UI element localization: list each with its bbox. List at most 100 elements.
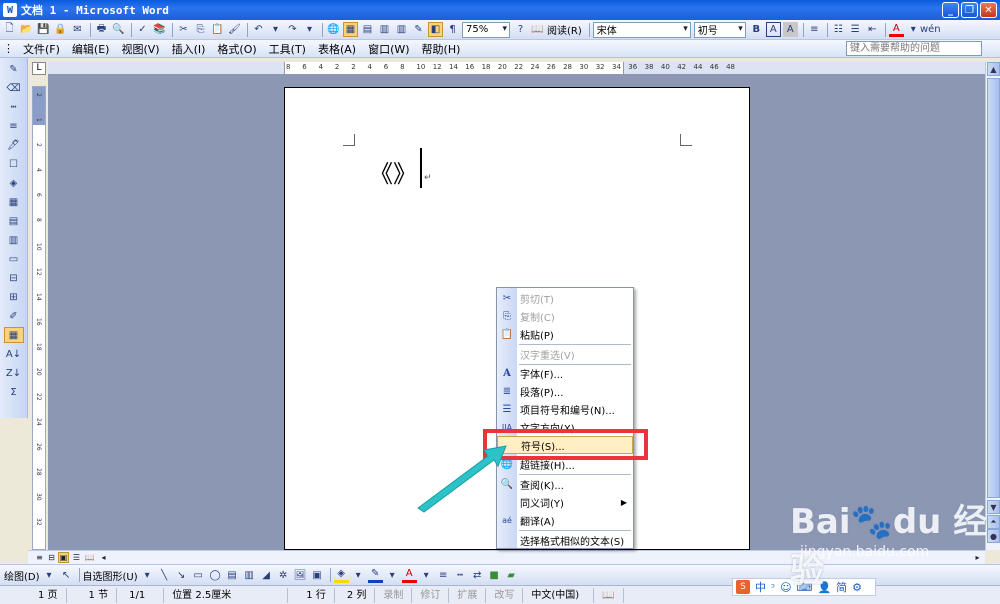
wordart-icon[interactable]: ◢ xyxy=(259,568,274,583)
redo-icon[interactable]: ↷ xyxy=(285,22,300,37)
fill-dropdown-icon[interactable]: ▾ xyxy=(351,568,366,583)
insert-table-side-icon[interactable]: ▦ xyxy=(4,194,24,210)
undo-dropdown-icon[interactable]: ▾ xyxy=(268,22,283,37)
format-painter-icon[interactable]: 🖌 xyxy=(227,22,242,37)
research-icon[interactable]: 📚 xyxy=(152,22,167,37)
columns-icon[interactable]: ▥ xyxy=(394,22,409,37)
autofit-icon[interactable]: ▦ xyxy=(3,327,24,343)
email-icon[interactable]: ✉ xyxy=(70,22,85,37)
align-cell-icon[interactable]: ▭ xyxy=(4,251,24,267)
menu-format[interactable]: 格式(O) xyxy=(211,41,262,57)
zoom-combo[interactable]: 75% xyxy=(462,21,510,38)
vertical-ruler[interactable]: 2 1 2 4 6 8 10 12 14 16 18 20 22 24 26 28 30 32 xyxy=(32,86,46,550)
fill-color-icon[interactable]: ◈ xyxy=(333,568,349,583)
reading-layout-view-icon[interactable]: 📖 xyxy=(84,552,95,563)
autoshapes-button[interactable]: 自选图形(U) xyxy=(83,568,138,583)
status-track-changes[interactable]: 修订 xyxy=(412,587,450,603)
font-name-combo[interactable]: 宋体 xyxy=(592,21,691,38)
context-reconvert[interactable]: 汉字重选(V) xyxy=(497,345,633,363)
undo-icon[interactable]: ↶ xyxy=(251,22,266,37)
draw-menu-button[interactable]: 绘图(D) xyxy=(4,568,40,583)
cut-icon[interactable]: ✂ xyxy=(176,22,191,37)
context-font[interactable]: A 字体(F)... xyxy=(497,364,633,382)
sort-ascending-icon[interactable]: A↓ xyxy=(4,346,24,362)
drawing-icon[interactable]: ✎ xyxy=(411,22,426,37)
font-color-dropdown-icon[interactable]: ▾ xyxy=(906,22,921,37)
menu-file[interactable]: 文件(F) xyxy=(17,41,66,57)
normal-view-icon[interactable]: ≡ xyxy=(34,552,45,563)
insert-excel-icon[interactable]: ▥ xyxy=(377,22,392,37)
save-icon[interactable]: 💾 xyxy=(36,22,51,37)
status-record[interactable]: 录制 xyxy=(375,587,413,603)
numbering-icon[interactable]: ☷ xyxy=(831,22,846,37)
help-icon[interactable]: ? xyxy=(513,22,528,37)
scroll-thumb[interactable] xyxy=(987,78,1000,498)
distribute-columns-icon[interactable]: ⊞ xyxy=(4,289,24,305)
tables-borders-icon[interactable]: ▦ xyxy=(343,22,358,37)
menu-table[interactable]: 表格(A) xyxy=(312,41,362,57)
table-autoformat-icon[interactable]: ✐ xyxy=(4,308,24,324)
context-paragraph[interactable]: ≣ 段落(P)... xyxy=(497,382,633,400)
phonetic-guide-icon[interactable]: wén xyxy=(920,22,941,37)
scroll-left-button[interactable]: ◂ xyxy=(98,552,109,563)
menu-tools[interactable]: 工具(T) xyxy=(263,41,312,57)
diagram-icon[interactable]: ✲ xyxy=(276,568,291,583)
ime-lang[interactable]: 中 xyxy=(755,579,766,595)
font-color-icon[interactable]: A xyxy=(888,22,904,37)
print-layout-view-icon[interactable]: ▣ xyxy=(58,552,69,563)
hyperlink-icon[interactable]: 🌐 xyxy=(326,22,341,37)
minimize-button[interactable]: _ xyxy=(942,2,959,18)
menu-window[interactable]: 窗口(W) xyxy=(362,41,415,57)
restore-button[interactable]: ❐ xyxy=(961,2,978,18)
read-icon[interactable]: 📖 xyxy=(530,22,545,37)
border-color-icon[interactable]: 🖊 xyxy=(4,137,24,153)
arrow-tool-icon[interactable]: ↘ xyxy=(174,568,189,583)
line-color-dropdown-icon[interactable]: ▾ xyxy=(385,568,400,583)
insert-table-icon[interactable]: ▤ xyxy=(360,22,375,37)
shading-color-icon[interactable]: ◈ xyxy=(4,175,24,191)
distribute-rows-icon[interactable]: ⊟ xyxy=(4,270,24,286)
draw-table-icon[interactable]: ✎ xyxy=(4,61,24,77)
outside-border-icon[interactable]: ☐ xyxy=(4,156,24,172)
ime-punct-icon[interactable]: ᵓ xyxy=(771,581,775,594)
draw-dropdown-icon[interactable]: ▾ xyxy=(42,568,57,583)
status-language[interactable]: 中文(中国) xyxy=(523,587,595,603)
menu-help[interactable]: 帮助(H) xyxy=(416,41,467,57)
status-extend[interactable]: 扩展 xyxy=(449,587,487,603)
textbox-icon[interactable]: ▤ xyxy=(225,568,240,583)
vertical-textbox-icon[interactable]: ▥ xyxy=(242,568,257,583)
oval-icon[interactable]: ◯ xyxy=(208,568,223,583)
line-icon[interactable]: ╲ xyxy=(157,568,172,583)
clipart-icon[interactable]: 🖼 xyxy=(293,568,308,583)
char-shading-icon[interactable]: A xyxy=(782,22,798,37)
arrow-style-icon[interactable]: ⇄ xyxy=(470,568,485,583)
rectangle-icon[interactable]: ▭ xyxy=(191,568,206,583)
context-copy[interactable]: ⎘ 复制(C) xyxy=(497,307,633,325)
tab-selector[interactable]: L xyxy=(32,62,46,75)
autoshapes-dropdown-icon[interactable]: ▾ xyxy=(140,568,155,583)
sort-descending-icon[interactable]: Z↓ xyxy=(4,365,24,381)
spelling-icon[interactable]: ✓ xyxy=(135,22,150,37)
align-center-icon[interactable]: ≡ xyxy=(807,22,822,37)
shadow-style-icon[interactable]: ■ xyxy=(487,568,502,583)
dash-style-icon[interactable]: ┅ xyxy=(453,568,468,583)
redo-dropdown-icon[interactable]: ▾ xyxy=(302,22,317,37)
menu-insert[interactable]: 插入(I) xyxy=(166,41,212,57)
autosum-icon[interactable]: Σ xyxy=(4,384,24,400)
line-style-draw-icon[interactable]: ≡ xyxy=(436,568,451,583)
menu-view[interactable]: 视图(V) xyxy=(115,41,165,57)
context-cut[interactable]: ✂ 剪切(T) xyxy=(497,289,633,307)
line-weight-icon[interactable]: ≡ xyxy=(4,118,24,134)
web-layout-view-icon[interactable]: ⊟ xyxy=(46,552,57,563)
read-button[interactable]: 阅读(R) xyxy=(547,22,582,37)
document-map-icon[interactable]: ◧ xyxy=(428,22,443,37)
merge-cells-icon[interactable]: ▤ xyxy=(4,213,24,229)
draw-font-color-icon[interactable]: A xyxy=(401,568,417,583)
eraser-icon[interactable]: ⌫ xyxy=(4,80,24,96)
status-overtype[interactable]: 改写 xyxy=(486,587,524,603)
copy-icon[interactable]: ⎘ xyxy=(193,22,208,37)
bold-button[interactable]: B xyxy=(749,22,764,37)
close-button[interactable]: ✕ xyxy=(980,2,997,18)
scroll-up-button[interactable]: ▲ xyxy=(987,62,1000,76)
print-preview-icon[interactable]: 🔍 xyxy=(111,22,126,37)
